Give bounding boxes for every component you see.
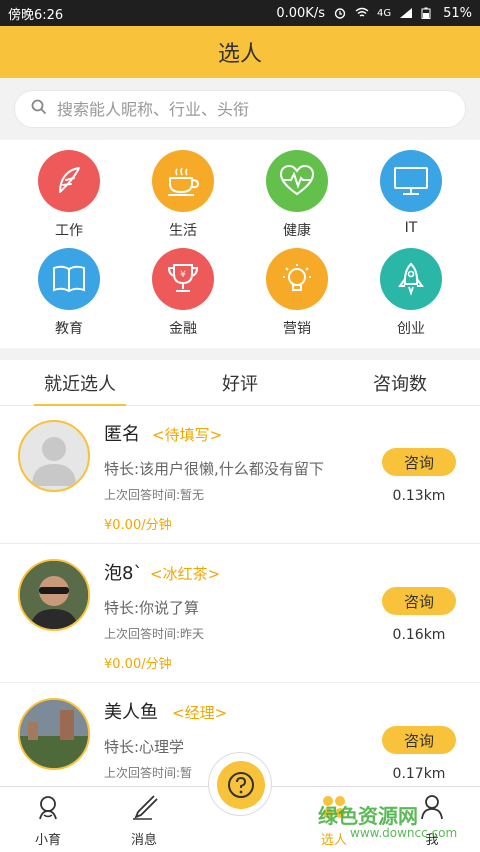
category-startup[interactable]: 创业 xyxy=(361,248,461,348)
watermark-url: www.downcc.com xyxy=(350,826,458,840)
consult-button[interactable]: 咨询 xyxy=(382,448,456,476)
distance: 0.17km xyxy=(392,766,446,782)
list-item[interactable]: 泡8` <冰红茶> 特长:你说了算 上次回答时间:昨天 ¥0.00/分钟 咨询 … xyxy=(0,545,480,683)
trophy-icon: ¥ xyxy=(152,248,214,310)
expert-list: 匿名 <待填写> 特长:该用户很懒,什么都没有留下 上次回答时间:暂无 ¥0.0… xyxy=(0,406,480,786)
feather-icon xyxy=(38,150,100,212)
expert-title-tag: <经理> xyxy=(172,704,228,722)
pen-icon xyxy=(130,793,158,825)
consult-button[interactable]: 咨询 xyxy=(382,587,456,615)
category-it[interactable]: IT xyxy=(361,150,461,250)
network-type: 4G xyxy=(376,7,392,19)
price: ¥0.00/分钟 xyxy=(104,518,172,533)
distance: 0.16km xyxy=(392,627,446,643)
rocket-icon xyxy=(380,248,442,310)
tab-rating[interactable]: 好评 xyxy=(200,360,280,406)
status-bar: 傍晚6:26 0.00K/s 4G 51% xyxy=(0,0,480,26)
category-health[interactable]: 健康 xyxy=(247,150,347,250)
question-icon xyxy=(217,761,265,809)
expert-title-tag: <待填写> xyxy=(152,426,223,444)
category-work[interactable]: 工作 xyxy=(19,150,119,250)
category-education[interactable]: 教育 xyxy=(19,248,119,348)
category-life[interactable]: 生活 xyxy=(133,150,233,250)
price: ¥0.00/分钟 xyxy=(104,657,172,672)
watermark-text: 绿色资源网 xyxy=(318,804,418,828)
ask-button[interactable] xyxy=(208,752,272,816)
sort-tabs: 就近选人 好评 咨询数 xyxy=(0,360,480,407)
nav-label: 小育 xyxy=(34,833,61,848)
category-finance[interactable]: ¥ 金融 xyxy=(133,248,233,348)
signal-icon xyxy=(399,7,413,19)
last-answer-time: 上次回答时间:昨天 xyxy=(104,627,205,641)
expert-name: 美人鱼 xyxy=(104,702,158,723)
tab-label: 好评 xyxy=(222,374,258,395)
expert-specialty: 特长:你说了算 xyxy=(104,599,200,617)
status-time: 傍晚6:26 xyxy=(8,7,64,23)
title-bar: 选人 xyxy=(0,26,480,78)
expert-title-tag: <冰红茶> xyxy=(150,565,221,583)
avatar[interactable] xyxy=(18,420,90,492)
alarm-icon xyxy=(333,7,347,19)
search-icon xyxy=(31,99,47,119)
distance: 0.13km xyxy=(392,488,446,504)
category-grid: 工作 生活 健康 IT 教育 ¥ 金融 营销 创业 xyxy=(0,140,480,348)
tab-label: 咨询数 xyxy=(373,374,427,395)
battery-icon xyxy=(421,7,435,19)
category-label: IT xyxy=(404,220,418,236)
category-marketing[interactable]: 营销 xyxy=(247,248,347,348)
wifi-icon xyxy=(355,7,369,19)
category-label: 营销 xyxy=(283,321,311,337)
tab-nearby[interactable]: 就近选人 xyxy=(34,360,126,407)
search-box[interactable] xyxy=(14,90,466,128)
category-label: 健康 xyxy=(283,223,311,239)
lightbulb-icon xyxy=(266,248,328,310)
last-answer-time: 上次回答时间:暂无 xyxy=(104,488,205,502)
avatar[interactable] xyxy=(18,559,90,631)
tab-label: 就近选人 xyxy=(44,374,116,395)
search-section xyxy=(0,78,480,140)
consult-button[interactable]: 咨询 xyxy=(382,726,456,754)
battery-percent: 51% xyxy=(443,5,472,21)
expert-specialty: 特长:心理学 xyxy=(104,738,185,756)
monitor-icon xyxy=(380,150,442,212)
coffee-cup-icon xyxy=(152,150,214,212)
category-label: 创业 xyxy=(397,321,425,337)
category-label: 金融 xyxy=(169,321,197,337)
heart-pulse-icon xyxy=(266,150,328,212)
svg-text:¥: ¥ xyxy=(180,270,186,280)
nav-label: 消息 xyxy=(130,833,157,848)
page-title: 选人 xyxy=(217,42,262,67)
category-label: 工作 xyxy=(55,223,83,239)
book-icon xyxy=(38,248,100,310)
expert-name: 匿名 xyxy=(104,424,140,445)
network-speed: 0.00K/s xyxy=(276,5,325,21)
nav-xiaoyu[interactable]: 小育 xyxy=(18,793,78,851)
person-icon xyxy=(34,793,62,825)
list-item[interactable]: 匿名 <待填写> 特长:该用户很懒,什么都没有留下 上次回答时间:暂无 ¥0.0… xyxy=(0,406,480,544)
tab-consult-count[interactable]: 咨询数 xyxy=(354,360,446,406)
nav-messages[interactable]: 消息 xyxy=(114,793,174,851)
last-answer-time: 上次回答时间:暂 xyxy=(104,766,193,780)
expert-specialty: 特长:该用户很懒,什么都没有留下 xyxy=(104,460,324,478)
expert-name: 泡8` xyxy=(104,563,143,584)
search-input[interactable] xyxy=(57,99,437,119)
category-label: 生活 xyxy=(169,223,197,239)
user-icon xyxy=(418,793,446,825)
avatar[interactable] xyxy=(18,698,90,770)
nav-label: 选人 xyxy=(320,833,347,848)
category-label: 教育 xyxy=(55,321,83,337)
